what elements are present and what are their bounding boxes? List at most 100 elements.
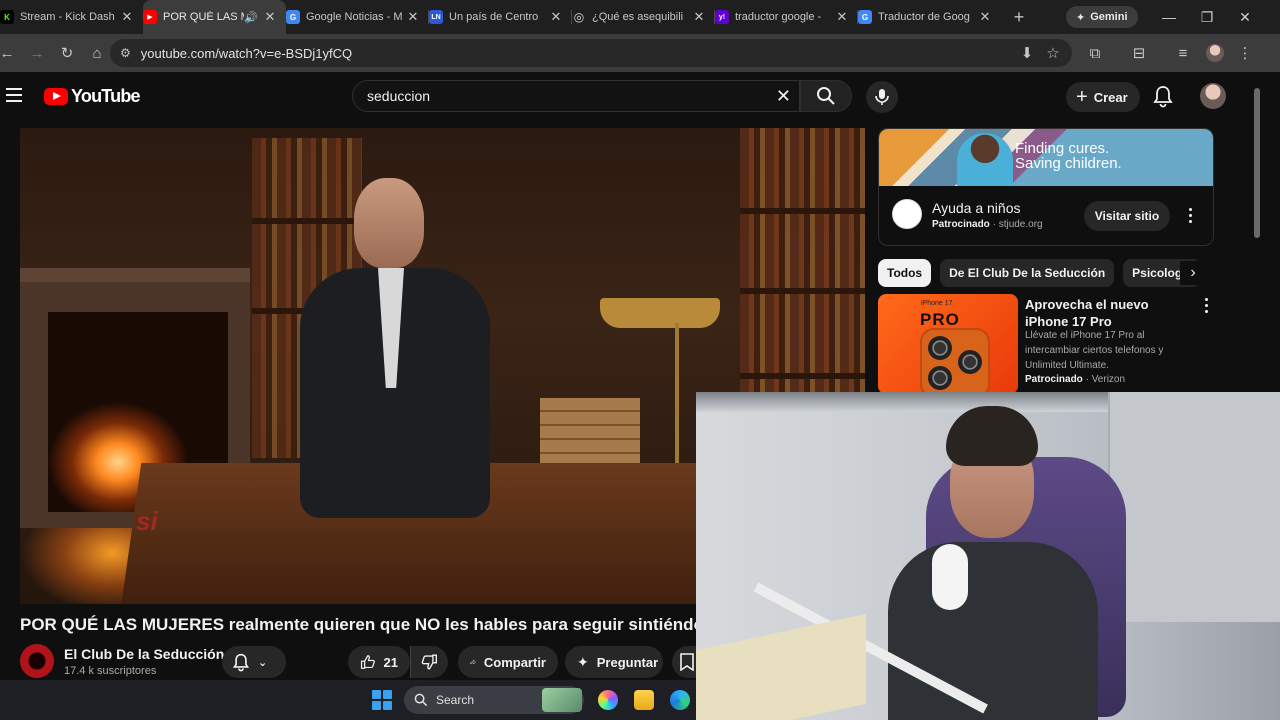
ad-title: Ayuda a niños <box>932 200 1021 216</box>
tab-title: Traductor de Goog <box>878 11 970 23</box>
gemini-label: Gemini <box>1090 11 1128 23</box>
tab-youtube-video[interactable]: ▶ POR QUÉ LAS M 🔊 ✕ <box>143 0 286 34</box>
ln-favicon-icon: LN <box>429 10 443 24</box>
tab-close-icon[interactable]: ✕ <box>119 9 135 25</box>
recommendation-title[interactable]: Aprovecha el nuevo iPhone 17 Pro <box>1025 296 1195 330</box>
tab-close-icon[interactable]: ✕ <box>262 9 278 25</box>
dislike-button[interactable] <box>410 646 448 678</box>
video-frame-books <box>540 398 640 463</box>
voice-search-button[interactable] <box>866 81 898 113</box>
browser-menu-icon[interactable]: ⋮ <box>1230 38 1260 68</box>
youtube-logo[interactable]: YouTube <box>44 86 141 107</box>
tab-google-news[interactable]: G Google Noticias - M ✕ <box>286 0 429 34</box>
media-control-icon[interactable]: ≡ <box>1168 38 1198 68</box>
tab-title: Google Noticias - M <box>306 11 403 23</box>
channel-avatar[interactable] <box>20 644 54 678</box>
windows-start-icon[interactable] <box>372 690 392 710</box>
account-avatar[interactable] <box>1200 83 1226 109</box>
video-frame-presenter <box>270 168 510 588</box>
like-button[interactable]: 21 <box>348 646 410 678</box>
chatgpt-favicon-icon: ◎ <box>573 10 585 24</box>
create-button[interactable]: + Crear <box>1066 82 1140 112</box>
google-translate-favicon-icon: G <box>858 10 872 24</box>
sponsored-label: Patrocinado <box>1025 374 1083 385</box>
taskbar-widget-image[interactable] <box>542 688 582 712</box>
close-window-button[interactable]: ✕ <box>1226 0 1264 34</box>
bookmark-icon <box>680 653 694 671</box>
back-arrow-icon[interactable]: ← <box>0 38 22 68</box>
forward-arrow-icon[interactable]: → <box>22 38 52 68</box>
chevron-right-icon[interactable]: › <box>1180 261 1206 285</box>
filter-chips: Todos De El Club De la Seducción Psicolo… <box>878 259 1214 287</box>
tab-google-translate[interactable]: G Traductor de Goog ✕ <box>858 0 1001 34</box>
share-arrow-icon <box>470 659 476 665</box>
channel-name[interactable]: El Club De la Seducción <box>64 646 224 662</box>
thumbs-up-icon <box>360 655 375 669</box>
copilot-icon[interactable] <box>598 690 618 710</box>
edge-browser-icon[interactable] <box>670 690 690 710</box>
tab-close-icon[interactable]: ✕ <box>691 9 707 25</box>
chip-channel[interactable]: De El Club De la Seducción <box>940 259 1115 287</box>
profile-avatar[interactable] <box>1206 44 1224 62</box>
youtube-favicon-icon: ▶ <box>143 10 157 24</box>
like-count: 21 <box>383 654 398 670</box>
url-text: youtube.com/watch?v=e-BSDj1yfCQ <box>140 45 353 61</box>
chip-all[interactable]: Todos <box>878 259 932 287</box>
reload-icon[interactable]: ↻ <box>52 38 82 68</box>
ad-slogan: Finding cures. Saving children. <box>1015 141 1122 171</box>
more-options-icon[interactable] <box>1189 208 1193 223</box>
thumbs-down-icon <box>421 654 437 670</box>
search-box[interactable]: ✕ <box>352 80 800 112</box>
tab-search-icon[interactable]: ⊟ <box>1124 38 1154 68</box>
sponsored-ad-card[interactable]: Finding cures. Saving children. Ayuda a … <box>878 128 1214 246</box>
home-icon[interactable]: ⌂ <box>82 38 112 68</box>
tab-asequibilidad[interactable]: ◎ ¿Qué es asequibili ✕ <box>572 0 715 34</box>
share-label: Compartir <box>483 654 546 670</box>
ad-banner-image[interactable]: Finding cures. Saving children. <box>879 129 1213 186</box>
tab-title: ¿Qué es asequibili <box>592 11 684 23</box>
search-input[interactable] <box>367 88 767 104</box>
subscription-bell-button[interactable]: ⌄ <box>222 646 286 678</box>
visit-site-button[interactable]: Visitar sitio <box>1084 201 1170 231</box>
ask-button[interactable]: ✦ Preguntar <box>565 646 663 678</box>
windows-taskbar: Search <box>0 680 696 720</box>
ad-sponsor-line: Patrocinado · stjude.org <box>932 219 1043 230</box>
thumb-pro-text: PRO <box>920 310 960 329</box>
create-label: Crear <box>1093 89 1128 105</box>
minimize-window-button[interactable]: — <box>1150 0 1188 34</box>
page-scrollbar[interactable] <box>1250 72 1280 392</box>
share-button[interactable]: Compartir <box>458 646 558 678</box>
tab-close-icon[interactable]: ✕ <box>548 9 564 25</box>
tab-close-icon[interactable]: ✕ <box>834 9 850 25</box>
bell-icon <box>1153 86 1173 108</box>
recommendation-thumbnail[interactable]: iPhone 17 PRO <box>878 294 1018 394</box>
clear-search-icon[interactable]: ✕ <box>776 86 791 107</box>
tab-title: traductor google - <box>735 11 822 23</box>
tab-la-nacion[interactable]: LN Un país de Centro ✕ <box>429 0 572 34</box>
site-settings-icon[interactable]: ⚙ <box>120 46 131 60</box>
menu-hamburger-icon[interactable] <box>6 88 22 102</box>
file-explorer-icon[interactable] <box>634 690 654 710</box>
video-frame-lamp <box>600 298 720 328</box>
gemini-button[interactable]: ✦ Gemini <box>1066 6 1138 28</box>
tab-title: Stream - Kick Dash <box>20 11 115 23</box>
plus-icon: + <box>1076 85 1088 108</box>
youtube-header: YouTube ✕ + Crear <box>0 72 1250 122</box>
address-bar[interactable]: ⚙ youtube.com/watch?v=e-BSDj1yfCQ <box>110 39 1072 67</box>
search-button[interactable] <box>800 80 852 112</box>
notifications-button[interactable] <box>1152 84 1174 113</box>
tab-yahoo-translator[interactable]: y! traductor google - ✕ <box>715 0 858 34</box>
restore-window-button[interactable]: ❐ <box>1188 0 1226 34</box>
microphone-icon <box>875 89 889 105</box>
new-tab-button[interactable]: + <box>1005 7 1033 28</box>
more-options-icon[interactable] <box>1205 298 1209 313</box>
tab-close-icon[interactable]: ✕ <box>977 9 993 25</box>
tab-kick[interactable]: K Stream - Kick Dash ✕ <box>0 0 143 34</box>
tab-close-icon[interactable]: ✕ <box>405 9 421 25</box>
video-caption: si <box>136 506 158 536</box>
browser-toolbar: ← → ↻ ⌂ ⚙ youtube.com/watch?v=e-BSDj1yfC… <box>0 34 1280 72</box>
audio-playing-icon[interactable]: 🔊 <box>244 11 258 24</box>
extensions-puzzle-icon[interactable]: ⧉ <box>1080 38 1110 68</box>
bookmark-star-icon[interactable]: ☆ <box>1038 38 1068 68</box>
webcam-box <box>696 613 866 720</box>
